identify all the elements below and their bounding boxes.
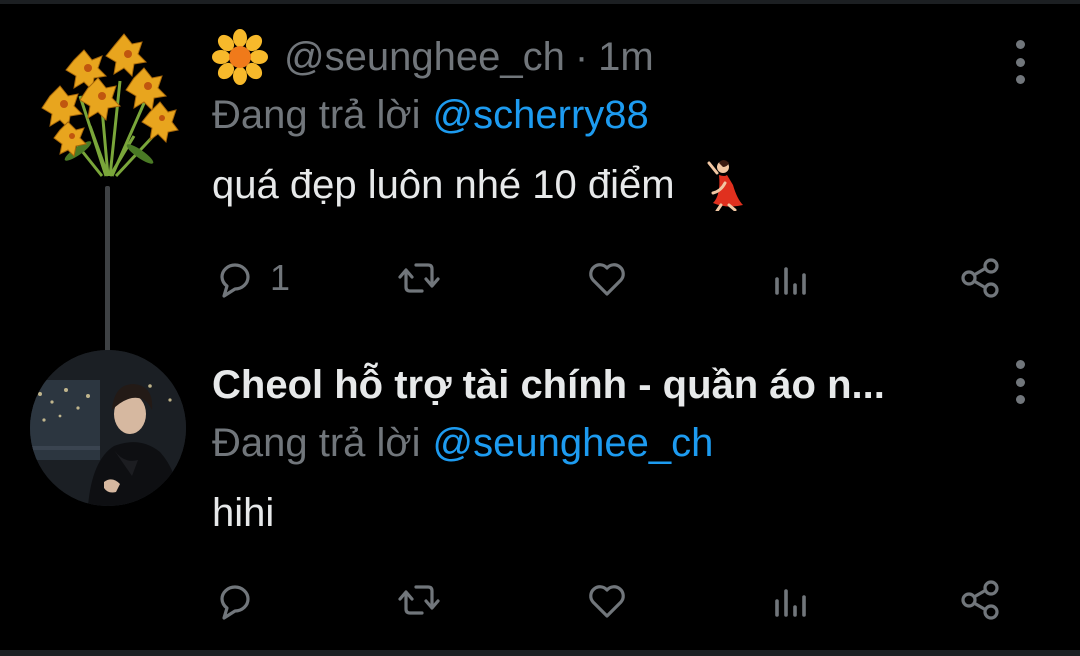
tweet-text-content: hihi [212, 490, 275, 535]
tweet-actions [212, 575, 1032, 625]
more-dot [1015, 57, 1025, 67]
share-icon [961, 258, 999, 298]
author-display-name[interactable]: Cheol hỗ trợ tài chính - quần áo n... [212, 363, 885, 408]
bar-chart-icon [775, 589, 806, 617]
more-options-button[interactable] [1008, 360, 1032, 404]
replying-to-link[interactable]: @seunghee_ch [433, 421, 714, 466]
bar-chart-icon [775, 267, 806, 295]
flower-avatar-image [30, 26, 186, 182]
more-dot [1015, 75, 1025, 84]
person-avatar-image [30, 350, 186, 506]
avatar[interactable] [30, 26, 186, 182]
retweet-icon [398, 585, 440, 615]
blossom-emoji-icon [212, 29, 268, 85]
top-edge [0, 0, 1080, 4]
tweet[interactable]: @seunghee_ch · 1m Đang trả lời @scherry8… [0, 10, 1080, 356]
bottom-edge [0, 650, 1080, 656]
more-options-button[interactable] [1008, 40, 1032, 84]
tweet-text-content: quá đẹp luôn nhé 10 điểm [212, 162, 675, 207]
dancer-emoji-icon [707, 160, 743, 211]
comment-icon [220, 585, 250, 620]
comment-icon [220, 263, 250, 298]
views-button[interactable] [768, 575, 814, 625]
share-button[interactable] [958, 253, 1004, 303]
heart-icon [589, 585, 625, 618]
more-dot [1015, 395, 1025, 404]
reply-button[interactable] [212, 575, 270, 625]
thread-line [105, 186, 110, 356]
replying-to-label: Đang trả lời [212, 420, 421, 465]
replying-to: Đang trả lời @scherry88 [212, 86, 1020, 144]
tweet-header: @seunghee_ch · 1m [212, 28, 1020, 86]
retweet-button[interactable] [396, 575, 454, 625]
replying-to-label: Đang trả lời [212, 92, 421, 137]
author-handle[interactable]: @seunghee_ch [284, 35, 565, 80]
share-icon [961, 580, 999, 620]
more-dot [1015, 360, 1025, 369]
views-button[interactable] [768, 253, 814, 303]
tweet[interactable]: Cheol hỗ trợ tài chính - quần áo n... Đa… [0, 350, 1080, 640]
share-button[interactable] [958, 575, 1004, 625]
tweet-text: hihi [212, 472, 1020, 554]
timestamp[interactable]: 1m [598, 35, 654, 80]
tweet-header: Cheol hỗ trợ tài chính - quần áo n... [212, 356, 1020, 414]
retweet-button[interactable] [396, 253, 454, 303]
retweet-icon [398, 263, 440, 293]
heart-icon [589, 263, 625, 296]
tweet-text: quá đẹp luôn nhé 10 điểm [212, 144, 1020, 226]
replying-to: Đang trả lời @seunghee_ch [212, 414, 1020, 472]
more-dot [1015, 40, 1025, 49]
tweet-content: @seunghee_ch · 1m Đang trả lời @scherry8… [212, 28, 1020, 226]
tweet-actions: 1 [212, 253, 1032, 303]
reply-button[interactable]: 1 [212, 253, 290, 303]
reply-count: 1 [270, 257, 291, 298]
like-button[interactable] [584, 575, 642, 625]
more-dot [1015, 377, 1025, 387]
avatar[interactable] [30, 350, 186, 506]
tweet-content: Cheol hỗ trợ tài chính - quần áo n... Đa… [212, 356, 1020, 554]
like-button[interactable] [584, 253, 642, 303]
replying-to-link[interactable]: @scherry88 [433, 93, 649, 138]
separator-dot: · [574, 34, 589, 79]
